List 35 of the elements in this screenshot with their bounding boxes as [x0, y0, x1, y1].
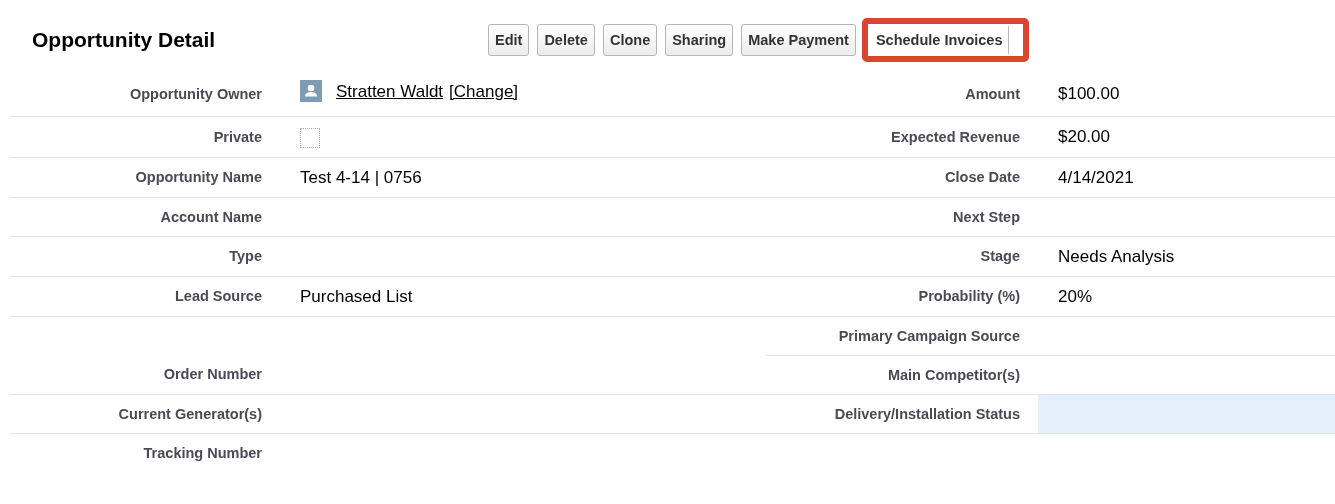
field-label: Opportunity Owner	[129, 85, 262, 102]
field-label: Type	[229, 248, 262, 264]
action-button[interactable]: Make Payment	[741, 24, 856, 56]
action-button[interactable]: Sharing	[665, 24, 734, 56]
section-title: Opportunity Detail	[32, 28, 217, 52]
user-link[interactable]: Stratten Waldt	[336, 80, 444, 102]
action-button[interactable]: Edit	[488, 24, 530, 56]
field-label: Delivery/Installation Status	[834, 405, 1020, 422]
field-label: Current Generator(s)	[118, 405, 262, 422]
field-label: Amount	[965, 85, 1020, 102]
field-value: 20%	[1058, 286, 1093, 306]
field-label: Next Step	[953, 208, 1020, 225]
field-value: Purchased List	[300, 286, 413, 306]
field-label: Order Number	[163, 366, 262, 383]
action-button[interactable]: Delete	[537, 24, 595, 56]
field-label: Probability (%)	[918, 288, 1020, 304]
field-label: Main Competitor(s)	[887, 366, 1020, 383]
field-value: $20.00	[1058, 127, 1110, 147]
field-value-area[interactable]	[1038, 394, 1335, 433]
field-label: Lead Source	[174, 288, 262, 304]
field-label: Opportunity Name	[135, 169, 262, 185]
user-icon	[300, 80, 322, 102]
change-link[interactable]: [Change]	[449, 80, 519, 102]
field-value: 4/14/2021	[1058, 167, 1134, 187]
field-label: Stage	[980, 248, 1020, 264]
action-button[interactable]: Clone	[602, 24, 658, 56]
field-label: Expected Revenue	[891, 128, 1020, 145]
field-label: Close Date	[945, 169, 1020, 185]
field-label: Primary Campaign Source	[838, 327, 1020, 344]
field-value: Needs Analysis	[1058, 246, 1175, 266]
field-label: Private	[213, 128, 262, 145]
field-label: Tracking Number	[143, 444, 262, 461]
field-value: $100.00	[1058, 84, 1120, 103]
field-value: Test 4-14 | 0756	[300, 167, 422, 187]
field-label: Account Name	[160, 208, 262, 225]
